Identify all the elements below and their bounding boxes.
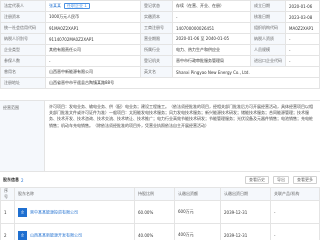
info-label: 纳税人资质 [250, 33, 286, 45]
info-row: 统一社会信用代码 91MA0Z2XAP1 工商注册号 1407000000264… [0, 22, 320, 34]
shareholder-name-link[interactable]: 山西某某新能源开发有限公司 [30, 232, 82, 237]
info-label: 人员规模 [250, 44, 286, 56]
info-label: 英文名 [140, 66, 173, 78]
section-actions: 查看历史 导出 查看更多 [245, 176, 317, 184]
history-button[interactable]: 查看历史 [245, 176, 269, 184]
info-label: 曾用名 [0, 66, 46, 78]
related-cell: - [270, 223, 320, 240]
info-label: 注册资本 [0, 11, 46, 23]
scope-text: 许可项目：发电业务、输电业务、供（配）电业务；建设工程施工。（依法须经批准的项目… [49, 104, 313, 128]
info-label: 工商注册号 [140, 22, 173, 34]
info-value: - [285, 44, 320, 56]
info-row: 纳税人识别号 91140702MA0Z2XAP1 营业期限 2020-01-06… [0, 33, 320, 45]
legal-rep-tag[interactable]: 任职企业 1 [64, 3, 90, 9]
info-value: 其他有限责任公司 [45, 44, 141, 56]
info-row: 参保人数 - 登记机关 晋中市行政审批服务管理局 进出口企业代码 - [0, 55, 320, 67]
section-title: 股东信息 [3, 177, 19, 182]
more-button[interactable]: 查看更多 [293, 176, 317, 184]
business-info-table: 法定代表人 张某某 任职企业 1 登记状态 存续（在营、开业、在册） 成立日期 2… [0, 0, 320, 89]
company-logo-icon: 企 [18, 207, 27, 217]
col-header: 序号 [0, 187, 15, 201]
info-label: 成立日期 [250, 0, 286, 12]
info-value: 山西晋中新能源有限公司 [45, 66, 141, 78]
info-label: 企业类型 [0, 44, 46, 56]
date-cell: 2039-12-31 [220, 223, 271, 240]
info-row: 企业类型 其他有限责任公司 所属行业 电力、热力生产和供应业 人员规模 - [0, 44, 320, 56]
table-header-row: 序号 股东名称 持股比例 认缴出资额 认缴出资日期 关联产品/机构 [0, 187, 320, 201]
info-row: 注册资本 1000万元人民币 实缴资本 - 核准日期 2023-03-08 [0, 11, 320, 23]
col-header: 持股比例 [134, 187, 175, 201]
info-value: - [45, 55, 141, 67]
amount-cell: 400万元 [174, 223, 221, 240]
info-value: 91MA0Z2XAP1 [45, 22, 141, 34]
info-label: 参保人数 [0, 55, 46, 67]
info-value: 91140702MA0Z2XAP1 [45, 33, 141, 45]
scope-label: 经营范围 [0, 101, 45, 171]
info-value: 张某某 任职企业 1 [45, 0, 141, 12]
ratio-cell: 40.00% [134, 223, 175, 240]
info-value: - [285, 55, 320, 67]
export-button[interactable]: 导出 [273, 176, 289, 184]
info-label: 实缴资本 [140, 11, 173, 23]
info-label: 核准日期 [250, 11, 286, 23]
info-row: 注册地址 山西省晋中市平遥县古陶镇某路88号 [0, 77, 320, 89]
row-index: 2 [0, 223, 15, 240]
info-label: 统一社会信用代码 [0, 22, 46, 34]
related-cell: - [270, 200, 320, 224]
info-row: 曾用名 山西晋中新能源有限公司 英文名 Shanxi Pingyao New E… [0, 66, 320, 78]
info-value: 2020-01-06 [285, 0, 320, 12]
info-value: - [172, 11, 251, 23]
date-cell: 2039-12-31 [220, 200, 271, 224]
amount-cell: 600万元 [174, 200, 221, 224]
info-label: 组织机构代码 [250, 22, 286, 34]
info-value: 山西省晋中市平遥县古陶镇某路88号 [45, 77, 320, 89]
shareholder-cell: 企晋中某某能源投资有限公司 [14, 200, 135, 224]
info-row: 法定代表人 张某某 任职企业 1 登记状态 存续（在营、开业、在册） 成立日期 2… [0, 0, 320, 12]
info-label: 所属行业 [140, 44, 173, 56]
shareholder-table: 序号 股东名称 持股比例 认缴出资额 认缴出资日期 关联产品/机构 1 企晋中某… [0, 187, 320, 240]
col-header: 认缴出资额 [174, 187, 221, 201]
shareholder-cell: 企山西某某新能源开发有限公司 [14, 223, 135, 240]
info-label: 进出口企业代码 [250, 55, 286, 67]
row-index: 1 [0, 200, 15, 224]
info-value: - [285, 33, 320, 45]
info-value: 电力、热力生产和供应业 [172, 44, 251, 56]
section-count: 2 [21, 177, 24, 183]
info-value: 存续（在营、开业、在册） [172, 0, 251, 12]
shareholder-name-link[interactable]: 晋中某某能源投资有限公司 [30, 209, 78, 214]
table-row: 2 企山西某某新能源开发有限公司 40.00% 400万元 2039-12-31… [0, 223, 320, 240]
info-value: 1000万元人民币 [45, 11, 141, 23]
info-label: 登记机关 [140, 55, 173, 67]
info-label: 登记状态 [140, 0, 173, 12]
shareholder-section-header: 股东信息 2 查看历史 导出 查看更多 [0, 174, 320, 186]
company-logo-icon: 企 [18, 230, 27, 240]
info-label: 营业期限 [140, 33, 173, 45]
info-label: 法定代表人 [0, 0, 46, 12]
info-value: Shanxi Pingyao New Energy Co., Ltd. [172, 66, 320, 78]
info-value: MA0Z2XAP1 [285, 22, 320, 34]
table-row: 1 企晋中某某能源投资有限公司 60.00% 600万元 2039-12-31 … [0, 200, 320, 224]
info-value: 140700000026451 [172, 22, 251, 34]
info-value: 晋中市行政审批服务管理局 [172, 55, 251, 67]
col-header: 关联产品/机构 [270, 187, 320, 201]
info-label: 纳税人识别号 [0, 33, 46, 45]
col-header: 股东名称 [14, 187, 135, 201]
info-value: 2023-03-08 [285, 11, 320, 23]
info-label: 注册地址 [0, 77, 46, 89]
legal-rep-link[interactable]: 张某某 [49, 3, 61, 8]
ratio-cell: 60.00% [134, 200, 175, 224]
col-header: 认缴出资日期 [220, 187, 271, 201]
info-value: 2020-01-06 至 2040-01-05 [172, 33, 251, 45]
business-scope: 经营范围 许可项目：发电业务、输电业务、供（配）电业务；建设工程施工。（依法须经… [0, 100, 320, 172]
